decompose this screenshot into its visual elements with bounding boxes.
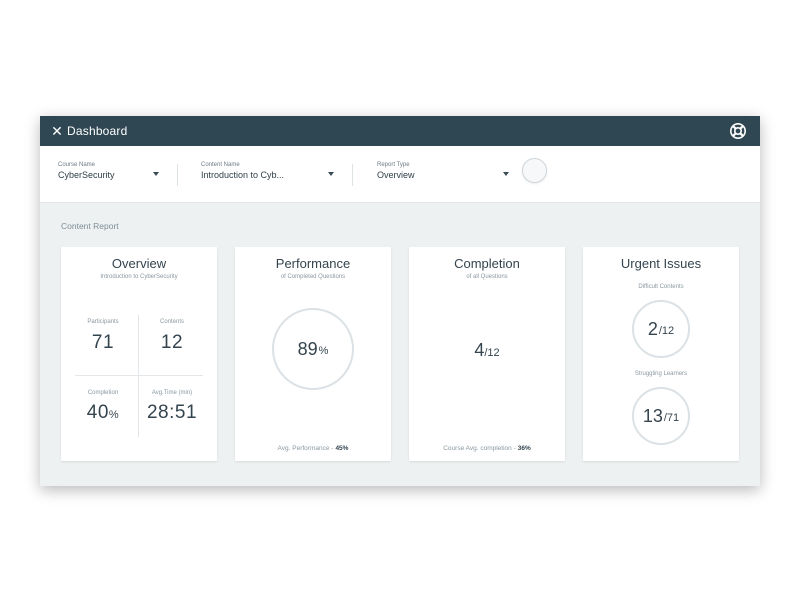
struggling-learners-label: Struggling Learners — [634, 371, 688, 377]
chevron-down-icon — [328, 172, 334, 176]
course-name-dropdown[interactable]: Course Name CyberSecurity — [58, 162, 162, 192]
completion-unit: % — [108, 409, 120, 421]
completion-total: /12 — [484, 347, 500, 359]
avg-performance-value: 45% — [335, 445, 349, 452]
content-name-dropdown[interactable]: Content Name Introduction to Cyb... — [201, 162, 337, 192]
overview-card: Overview Introduction to CyberSecurity P… — [61, 247, 217, 461]
avg-performance-label: Avg. Performance - — [277, 445, 334, 452]
completion-number: 40 — [86, 402, 109, 423]
overview-title: Overview — [111, 256, 167, 271]
report-type-label: Report Type — [377, 162, 410, 168]
course-name-value: CyberSecurity — [58, 170, 115, 180]
completion-title: Completion — [454, 256, 520, 271]
urgent-issues-title: Urgent Issues — [620, 256, 702, 271]
contents-value: 12 — [160, 332, 184, 353]
performance-subtitle: of Completed Questions — [280, 274, 346, 280]
completion-footer: Course Avg. completion -36% — [409, 445, 565, 452]
performance-value: 89 — [297, 338, 318, 359]
urgent-issues-card: Urgent Issues Difficult Contents 2/12 St… — [583, 247, 739, 461]
struggling-learners-value: 13 — [642, 405, 663, 426]
struggling-learners-total: /71 — [663, 412, 680, 424]
performance-title: Performance — [275, 256, 351, 271]
filter-divider — [177, 164, 178, 186]
avg-time-value: 28:51 — [146, 402, 198, 423]
course-name-label: Course Name — [58, 162, 96, 168]
report-type-value: Overview — [377, 170, 415, 180]
difficult-contents-value: 2 — [647, 318, 658, 339]
completion-card: Completion of all Questions 4/12 Course … — [409, 247, 565, 461]
filter-bar: Course Name CyberSecurity Content Name I… — [40, 146, 760, 203]
completion-subtitle: of all Questions — [466, 274, 508, 280]
close-icon[interactable]: ✕ — [50, 124, 64, 138]
overview-subtitle: Introduction to CyberSecurity — [100, 274, 178, 280]
performance-ring: 89% — [272, 308, 354, 390]
performance-card: Performance of Completed Questions 89% A… — [235, 247, 391, 461]
course-avg-completion-value: 36% — [517, 445, 531, 452]
completion-label: Completion — [87, 390, 119, 396]
difficult-contents-total: /12 — [658, 325, 675, 337]
lifebuoy-icon[interactable] — [729, 122, 747, 140]
stat-divider-horizontal — [75, 375, 203, 376]
completion-count: 4 — [474, 340, 485, 360]
performance-footer: Avg. Performance -45% — [235, 445, 391, 452]
participants-label: Participants — [87, 319, 119, 325]
contents-label: Contents — [159, 319, 184, 325]
content-name-label: Content Name — [201, 162, 240, 168]
loading-indicator — [522, 158, 547, 183]
chevron-down-icon — [153, 172, 159, 176]
completion-value: 40% — [68, 402, 138, 424]
avg-time-label: Avg.Time (min) — [151, 390, 193, 396]
course-avg-completion-label: Course Avg. completion - — [443, 445, 516, 452]
performance-unit: % — [318, 345, 329, 357]
completion-fraction: 4/12 — [409, 340, 565, 361]
title-bar: ✕ Dashboard — [40, 116, 760, 146]
participants-value: 71 — [91, 332, 115, 353]
difficult-contents-ring: 2/12 — [632, 300, 690, 358]
section-label: Content Report — [61, 221, 119, 231]
report-type-dropdown[interactable]: Report Type Overview — [377, 162, 513, 192]
difficult-contents-label: Difficult Contents — [638, 284, 684, 290]
chevron-down-icon — [503, 172, 509, 176]
filter-divider — [352, 164, 353, 186]
window-title: Dashboard — [67, 124, 128, 138]
content-name-value: Introduction to Cyb... — [201, 170, 285, 180]
dashboard-window: ✕ Dashboard Course Name CyberSecurity Co… — [40, 116, 760, 486]
struggling-learners-ring: 13/71 — [632, 387, 690, 445]
